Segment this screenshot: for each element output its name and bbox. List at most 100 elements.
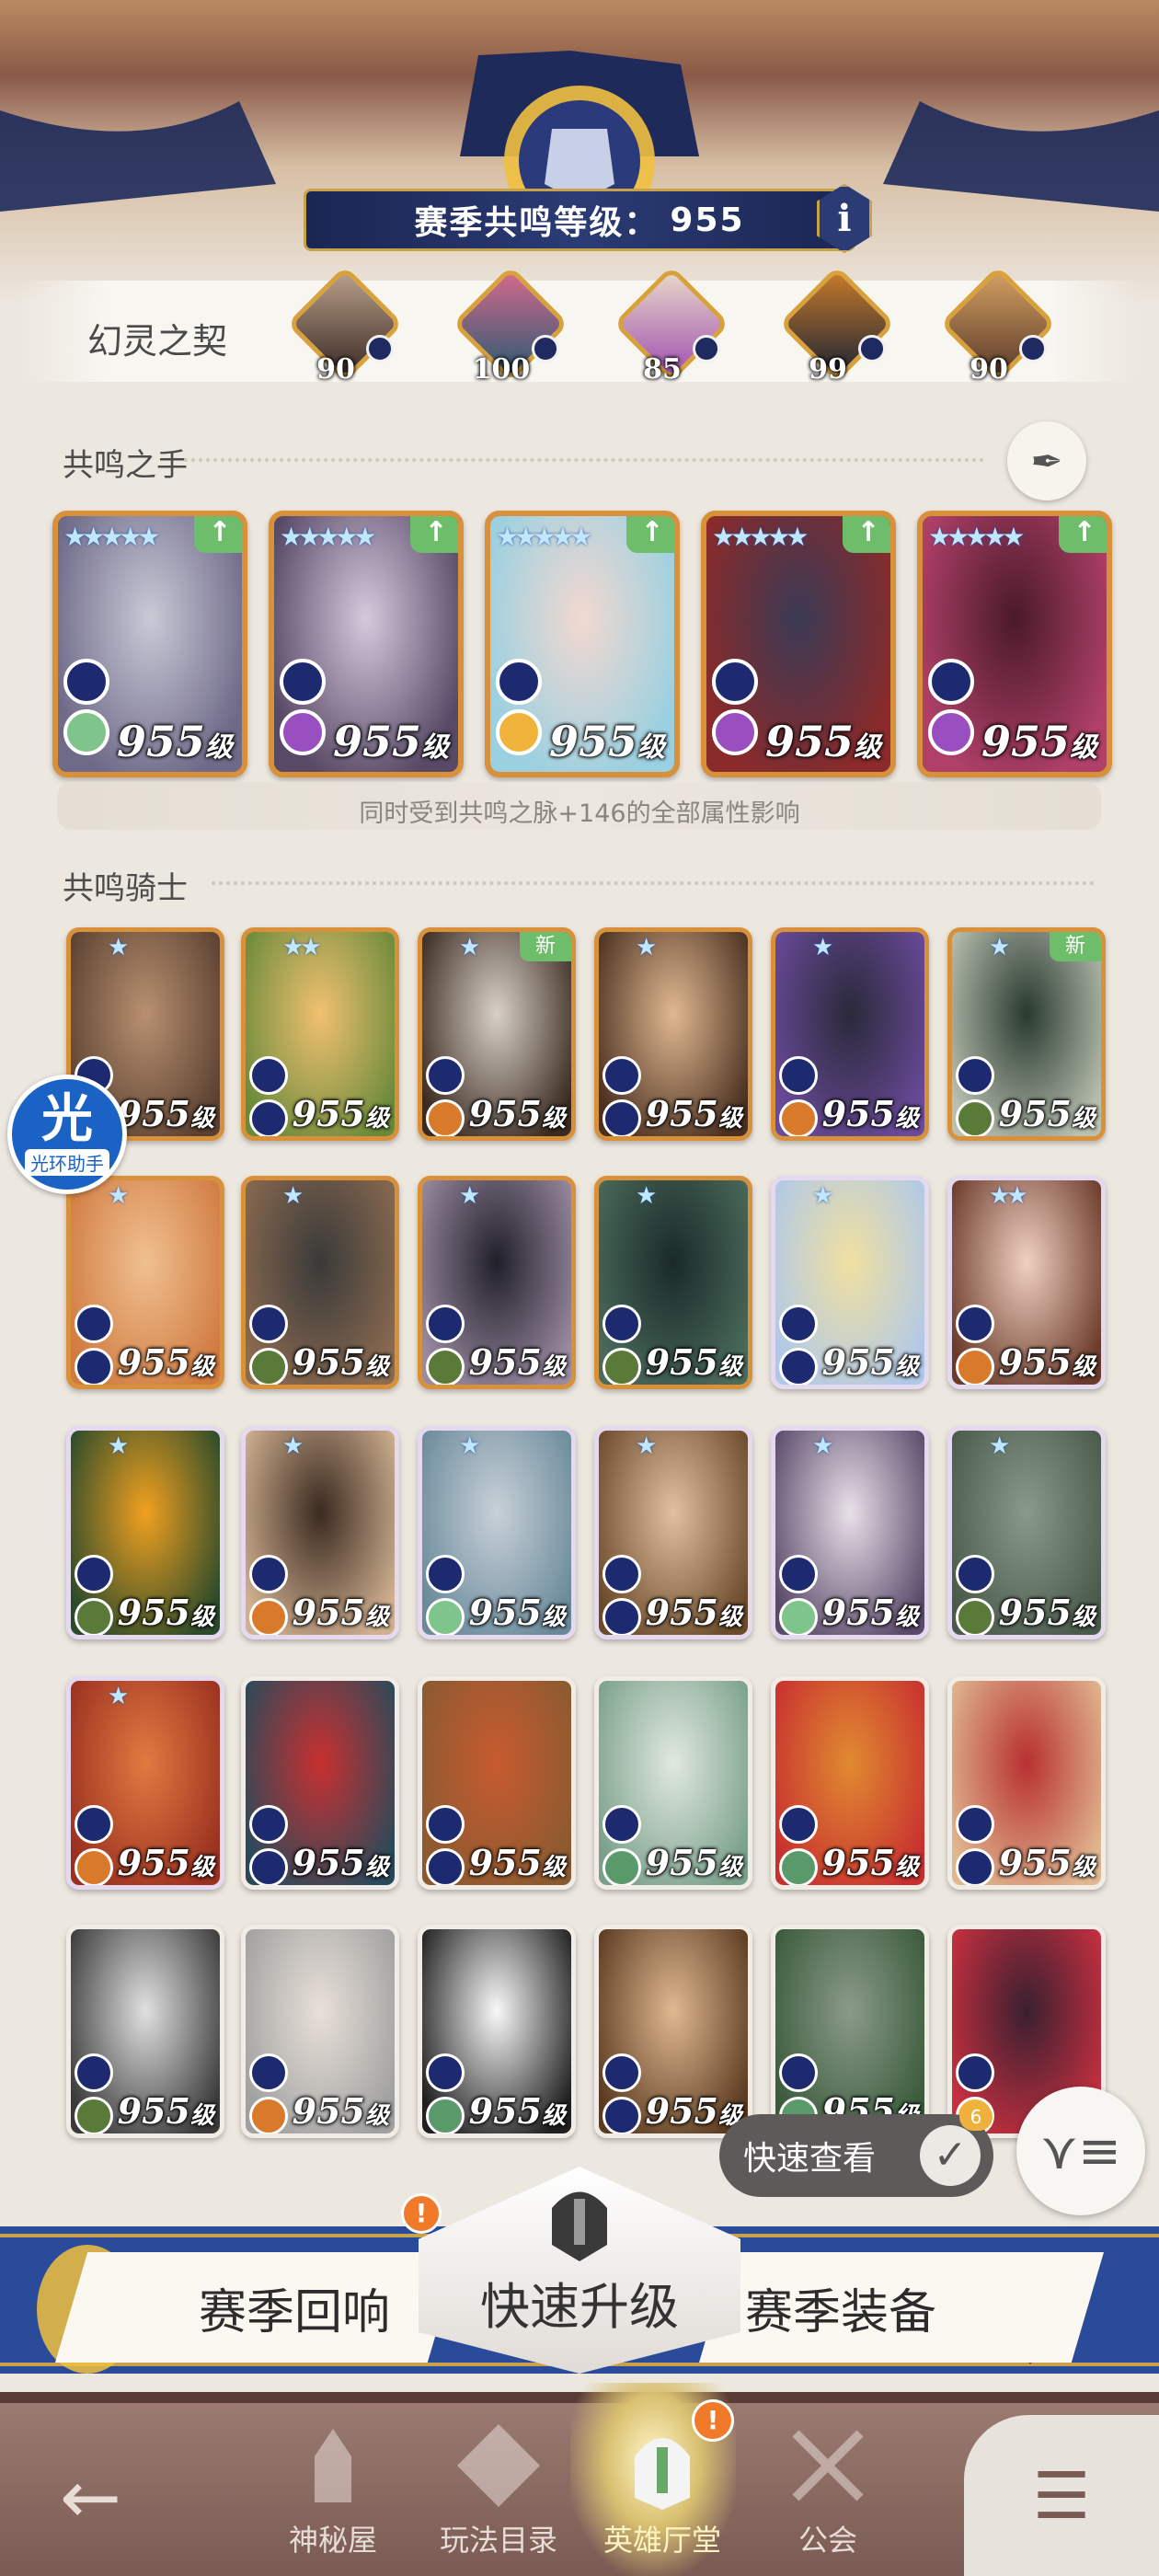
faction-icon (75, 1555, 113, 1593)
class-icon (956, 1348, 994, 1385)
hero-level: 955级 (821, 1842, 919, 1883)
star-rating: ★ (108, 1182, 129, 1210)
resonance-knights-title: 共鸣骑士 (63, 870, 188, 907)
knight-card[interactable]: 955级 (594, 1925, 752, 2138)
hero-level: 955级 (998, 1842, 1096, 1883)
hero-level: 955级 (117, 2090, 214, 2132)
season-echo-button[interactable]: 赛季回响 (55, 2252, 460, 2363)
hero-card[interactable]: ★★★★★ ↑ 955级 (52, 511, 247, 777)
class-icon (249, 1348, 288, 1385)
quill-edit-icon[interactable]: ✒ (1007, 421, 1086, 500)
hero-card[interactable]: ★★★★★ ↑ 955级 (701, 511, 896, 777)
alert-badge: ! (401, 2193, 442, 2234)
shared-effect-text: 同时受到共鸣之脉+146的全部属性影响 (359, 799, 800, 828)
faction-icon (779, 1305, 818, 1343)
hero-level: 955级 (998, 1341, 1096, 1383)
faction-icon (956, 2053, 994, 2092)
phantom-contract-label: 幻灵之契 (87, 321, 228, 362)
knight-card[interactable]: ★ 955级 (66, 1426, 224, 1639)
knight-card[interactable]: 955级 (771, 1925, 929, 2138)
knight-card[interactable]: 955级 (241, 1676, 399, 1890)
header-arch-decoration (0, 51, 1159, 236)
phantom-slot[interactable]: 100 (452, 265, 569, 385)
menu-icon[interactable]: ☰ (964, 2415, 1159, 2576)
knight-card[interactable]: ★★ 955级 (947, 1176, 1106, 1389)
knight-card[interactable]: 955级 (771, 1676, 929, 1890)
hero-level: 955级 (468, 1592, 566, 1633)
divider (212, 881, 1095, 885)
hero-card[interactable]: ★★★★★ ↑ 955级 (917, 511, 1112, 777)
nav-label: 公会 (798, 2523, 857, 2558)
knight-card[interactable]: 955级 (594, 1676, 752, 1890)
hero-level: 955级 (468, 1341, 566, 1383)
knight-card[interactable]: ★ 955级 (771, 1426, 929, 1639)
hero-level: 955级 (645, 1592, 742, 1633)
faction-icon (602, 1056, 641, 1095)
knight-helmet-icon (635, 2438, 690, 2510)
knight-card[interactable]: ★★ 955级 (241, 927, 399, 1141)
class-icon (280, 709, 326, 755)
faction-icon (426, 1555, 465, 1593)
class-icon (249, 1848, 288, 1885)
knight-card[interactable]: ★ 955级 (66, 1676, 224, 1890)
nav-item-guild[interactable]: 公会 (745, 2410, 911, 2567)
knight-card[interactable]: ★ 955级 (947, 1426, 1106, 1639)
star-rating: ★ (108, 1432, 129, 1460)
knight-card[interactable]: ★ 新 955级 (418, 927, 576, 1141)
nav-item-play-catalog[interactable]: 玩法目录 (416, 2410, 581, 2567)
knight-card[interactable]: 955级 (418, 1925, 576, 2138)
star-rating: ★ (459, 1432, 480, 1460)
class-icon (426, 1848, 465, 1885)
knight-card[interactable]: ★ 955级 (594, 1426, 752, 1639)
star-rating: ★ (459, 1182, 480, 1210)
knight-card[interactable]: ★ 955级 (241, 1426, 399, 1639)
class-icon (63, 709, 109, 755)
class-icon (779, 1099, 818, 1136)
knight-card[interactable]: ★ 955级 (594, 1176, 752, 1389)
hero-level: 955级 (117, 1093, 214, 1134)
knight-card[interactable]: ★ 955级 (241, 1176, 399, 1389)
resonance-hand-title: 共鸣之手 (63, 447, 188, 484)
knight-card[interactable]: ★ 新 955级 (947, 927, 1106, 1141)
knight-card[interactable]: 955级 (418, 1676, 576, 1890)
faction-icon (75, 2053, 113, 2092)
hero-level: 955级 (821, 1341, 919, 1383)
knight-card[interactable]: 955级 (241, 1925, 399, 2138)
knight-card[interactable]: ★ 955级 (594, 927, 752, 1141)
hero-card[interactable]: ★★★★★ ↑ 955级 (269, 511, 464, 777)
star-rating: ★★★★★ (496, 522, 592, 552)
upgrade-arrow-icon: ↑ (843, 516, 890, 553)
hero-level: 955级 (292, 2090, 389, 2132)
hero-card[interactable]: ★★★★★ ↑ 955级 (485, 511, 680, 777)
knight-card[interactable]: ★ 955级 (418, 1426, 576, 1639)
knight-card[interactable]: ★ 955级 (418, 1176, 576, 1389)
faction-icon (956, 1555, 994, 1593)
hero-level: 955级 (998, 1093, 1096, 1134)
knight-card[interactable]: 955级 (947, 1676, 1106, 1890)
knight-card[interactable]: 955级 (66, 1925, 224, 2138)
nav-item-mystery-house[interactable]: 神秘屋 (250, 2410, 416, 2567)
hero-level: 955级 (292, 1842, 389, 1883)
hero-level: 955级 (292, 1093, 389, 1134)
knight-card[interactable]: ★ 955级 (66, 1176, 224, 1389)
season-gear-button[interactable]: 赛季装备 (699, 2252, 1104, 2363)
faction-icon (426, 1305, 465, 1343)
knight-card[interactable]: ★ 955级 (771, 927, 929, 1141)
class-icon (75, 1848, 113, 1885)
class-icon (249, 1099, 288, 1136)
halo-assistant-button[interactable]: 光 光环助手 (7, 1075, 127, 1194)
star-rating: ★ (989, 934, 1010, 961)
hero-level: 955级 (981, 717, 1097, 766)
class-icon (426, 2097, 465, 2133)
faction-icon (956, 1056, 994, 1095)
star-rating: ★ (282, 1182, 304, 1210)
class-icon (779, 1348, 818, 1385)
back-arrow-icon[interactable]: ← (60, 2455, 121, 2540)
phantom-slot[interactable]: 85 (613, 265, 730, 385)
phantom-slot[interactable]: 90 (286, 265, 404, 385)
phantom-slot[interactable]: 90 (939, 265, 1057, 385)
phantom-slot[interactable]: 99 (778, 265, 896, 385)
hero-level: 955级 (468, 1842, 566, 1883)
knight-card[interactable]: ★ 955级 (771, 1176, 929, 1389)
class-icon (75, 2097, 113, 2133)
